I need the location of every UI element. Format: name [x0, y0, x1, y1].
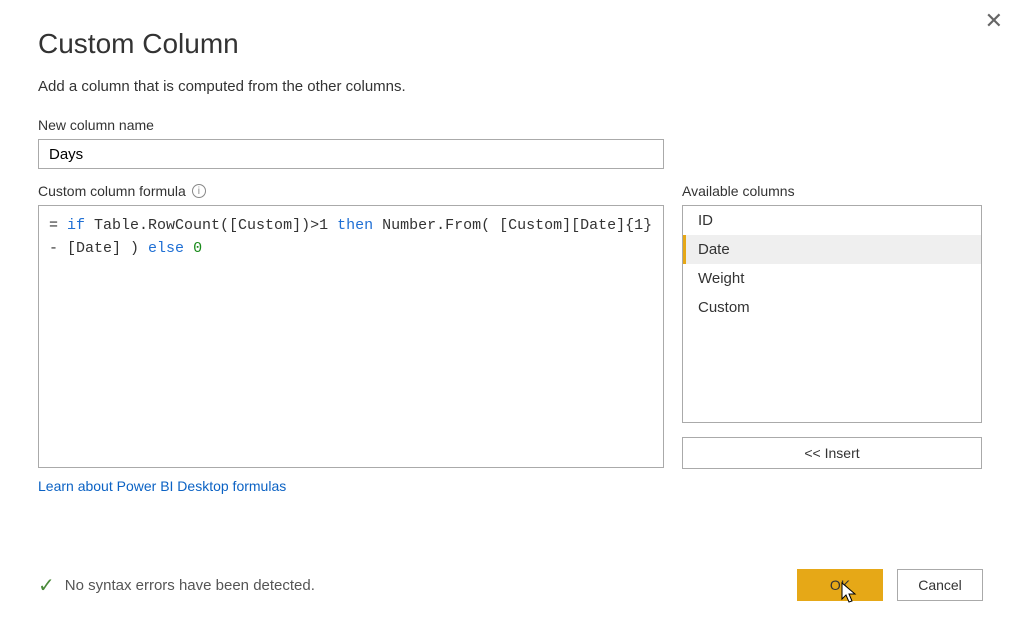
available-column-item[interactable]: ID	[683, 206, 981, 235]
insert-button[interactable]: << Insert	[682, 437, 982, 469]
custom-column-dialog: ✕ Custom Column Add a column that is com…	[0, 0, 1019, 641]
dialog-subtitle: Add a column that is computed from the o…	[38, 78, 983, 95]
available-column-item[interactable]: Weight	[683, 264, 981, 293]
formula-label: Custom column formula	[38, 183, 186, 199]
formula-input[interactable]: = if Table.RowCount([Custom])>1 then Num…	[38, 205, 664, 468]
available-columns-list[interactable]: IDDateWeightCustom	[682, 205, 982, 423]
available-column-item[interactable]: Date	[683, 235, 981, 264]
new-column-name-input[interactable]	[38, 139, 664, 169]
new-column-name-label: New column name	[38, 117, 983, 133]
available-column-item[interactable]: Custom	[683, 293, 981, 322]
status-row: ✓ No syntax errors have been detected.	[38, 573, 315, 598]
cancel-button[interactable]: Cancel	[897, 569, 983, 601]
info-icon[interactable]: i	[192, 184, 206, 198]
ok-button[interactable]: OK	[797, 569, 883, 601]
dialog-title: Custom Column	[38, 28, 983, 60]
check-icon: ✓	[38, 573, 55, 598]
available-columns-label: Available columns	[682, 183, 982, 199]
close-icon[interactable]: ✕	[985, 10, 1003, 32]
formula-label-row: Custom column formula i	[38, 183, 664, 199]
learn-link[interactable]: Learn about Power BI Desktop formulas	[38, 478, 286, 494]
status-text: No syntax errors have been detected.	[65, 577, 315, 594]
